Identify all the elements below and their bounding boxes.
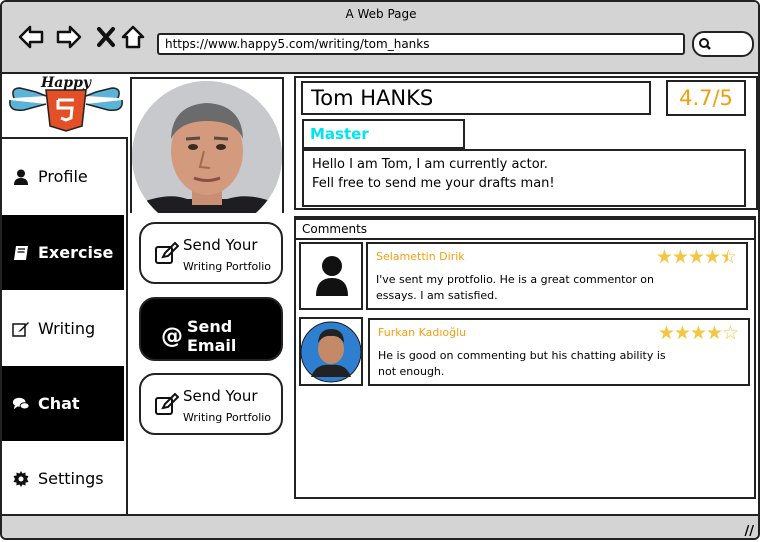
sidebar-item-profile[interactable]: Profile [2, 139, 124, 214]
browser-toolbar: A Web Page https://www.happy5.com/writin… [2, 2, 758, 74]
user-icon [12, 168, 30, 186]
star-rating: ★★★★☆ [657, 322, 739, 344]
edit-icon [155, 393, 179, 415]
sidebar-item-label: Writing [38, 319, 96, 338]
profile-photo [132, 81, 282, 213]
send-portfolio-button[interactable]: Send Your Writing Portfolio [139, 222, 283, 284]
search-icon [699, 38, 711, 50]
profile-photo-frame [130, 77, 284, 213]
send-portfolio-button-2[interactable]: Send Your Writing Portfolio [139, 373, 283, 435]
user-icon [316, 256, 348, 296]
url-bar[interactable]: https://www.happy5.com/writing/tom_hanks [157, 33, 685, 55]
forward-arrow-icon[interactable] [56, 24, 82, 50]
comment-text: He is good on commenting but his chattin… [378, 349, 666, 378]
sidebar-nav: Profile Exercise Writing Chat Settings [2, 137, 128, 517]
profile-rating: 4.7/5 [666, 80, 746, 116]
book-icon [12, 244, 30, 262]
profile-level-badge: Master [302, 119, 465, 149]
browser-window: A Web Page https://www.happy5.com/writin… [0, 0, 760, 540]
button-label: Send Your [183, 387, 258, 405]
edit-icon [12, 320, 30, 338]
button-label: Send Email [187, 317, 237, 355]
avatar [299, 317, 363, 386]
sidebar-item-settings[interactable]: Settings [2, 441, 124, 516]
svg-text:Happy: Happy [40, 75, 92, 91]
status-bar: // [2, 514, 758, 538]
happy5-logo[interactable]: Happy [6, 74, 126, 134]
comment-item: Selamettin Dirik ★★★★☆★ I've sent my pro… [366, 242, 748, 310]
profile-bio: Hello I am Tom, I am currently actor. Fe… [302, 149, 746, 207]
profile-name: Tom HANKS [301, 81, 651, 115]
comment-author: Furkan Kadıoğlu [378, 326, 467, 339]
sidebar-item-exercise[interactable]: Exercise [2, 215, 124, 290]
sidebar-item-label: Exercise [38, 243, 114, 262]
search-field[interactable] [692, 31, 754, 57]
home-icon[interactable] [120, 24, 146, 50]
send-email-button[interactable]: @ Send Email [139, 297, 283, 361]
comment-item: Furkan Kadıoğlu ★★★★☆ He is good on comm… [368, 318, 750, 386]
at-sign-icon: @ [161, 323, 183, 349]
resize-grip-icon[interactable]: // [745, 524, 755, 538]
button-sublabel: Writing Portfolio [183, 411, 272, 424]
comment-text: I've sent my protfolio. He is a great co… [376, 273, 654, 302]
star-rating: ★★★★☆★ [655, 246, 737, 268]
bio-line: Hello I am Tom, I am currently actor. [312, 157, 548, 172]
bio-line: Fell free to send me your drafts man! [312, 176, 555, 191]
gear-icon [12, 470, 30, 488]
comment-author: Selamettin Dirik [376, 250, 465, 263]
sidebar-item-chat[interactable]: Chat [2, 366, 124, 441]
close-x-icon[interactable] [94, 24, 120, 50]
back-arrow-icon[interactable] [18, 24, 44, 50]
avatar [299, 242, 363, 310]
sidebar-item-writing[interactable]: Writing [2, 291, 124, 366]
sidebar-item-label: Profile [38, 167, 88, 186]
chat-icon [12, 395, 30, 413]
window-title: A Web Page [345, 7, 417, 21]
sidebar-item-label: Settings [38, 469, 104, 488]
button-sublabel: Writing Portfolio [183, 260, 272, 273]
button-label: Send Your [183, 236, 258, 254]
comments-header: Comments [294, 218, 756, 240]
edit-icon [155, 242, 179, 264]
sidebar-item-label: Chat [38, 394, 80, 413]
